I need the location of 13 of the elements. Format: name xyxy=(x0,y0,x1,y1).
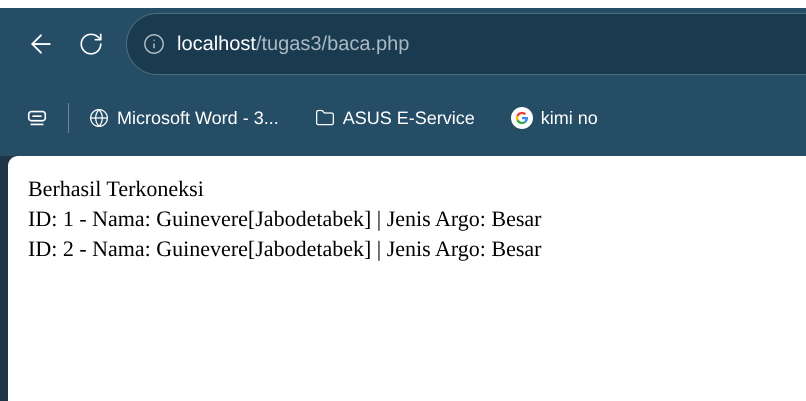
page-text-line: ID: 1 - Nama: Guinevere[Jabodetabek] | Jenis Argo: Besar xyxy=(28,205,542,233)
page-text-line: Berhasil Terkoneksi xyxy=(28,175,204,203)
folder-icon xyxy=(314,108,335,128)
globe-icon xyxy=(89,108,109,128)
url-text: localhost/tugas3/baca.php xyxy=(177,32,410,57)
bookmark-item[interactable]: ASUS E-Service xyxy=(314,104,499,132)
info-icon xyxy=(143,33,165,55)
page-text-line: ID: 2 - Nama: Guinevere[Jabodetabek] | Jenis Argo: Besar xyxy=(28,235,542,263)
bookmark-item[interactable]: kimi no xyxy=(510,104,622,132)
google-icon xyxy=(510,107,533,129)
reload-button[interactable] xyxy=(78,31,104,57)
bookmark-item[interactable]: Microsoft Word - 3... xyxy=(89,104,303,132)
address-bar[interactable]: localhost/tugas3/baca.php xyxy=(126,13,806,75)
